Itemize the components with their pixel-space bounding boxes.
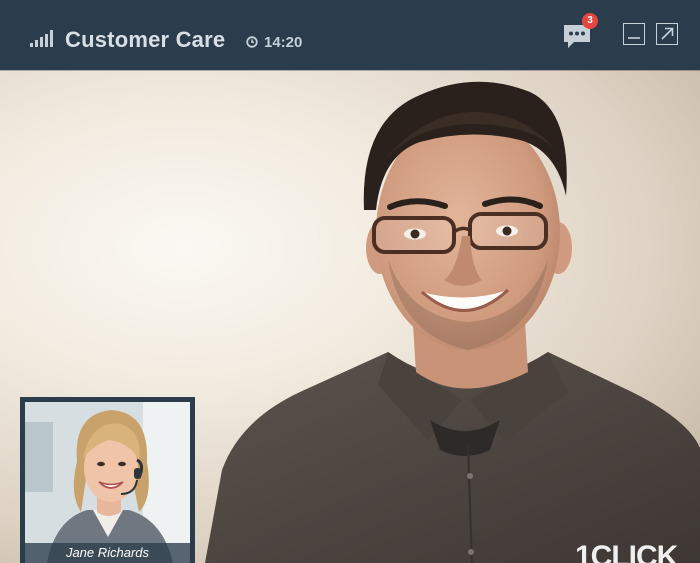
brand-watermark: 1CLICK — [575, 540, 678, 563]
call-timer: 14:20 — [246, 33, 302, 51]
signal-bars-icon — [30, 29, 54, 49]
call-time: 14:20 — [264, 33, 303, 51]
call-title: Customer Care — [65, 27, 226, 52]
minimize-icon — [628, 37, 640, 39]
video-call-window: Customer Care 14:20 3 Jane Richards 1CLI… — [0, 0, 700, 563]
unread-badge: 3 — [582, 13, 598, 29]
clock-icon — [246, 36, 258, 48]
expand-arrow-icon — [661, 27, 674, 40]
expand-button[interactable] — [656, 23, 678, 45]
agent-portrait — [25, 402, 190, 563]
top-bar: Customer Care 14:20 3 — [0, 0, 700, 70]
self-view-thumbnail[interactable]: Jane Richards — [20, 397, 195, 563]
minimize-button[interactable] — [623, 23, 645, 45]
self-view-video — [25, 402, 190, 563]
self-view-name: Jane Richards — [25, 543, 190, 563]
chat-button[interactable]: 3 — [562, 13, 600, 52]
